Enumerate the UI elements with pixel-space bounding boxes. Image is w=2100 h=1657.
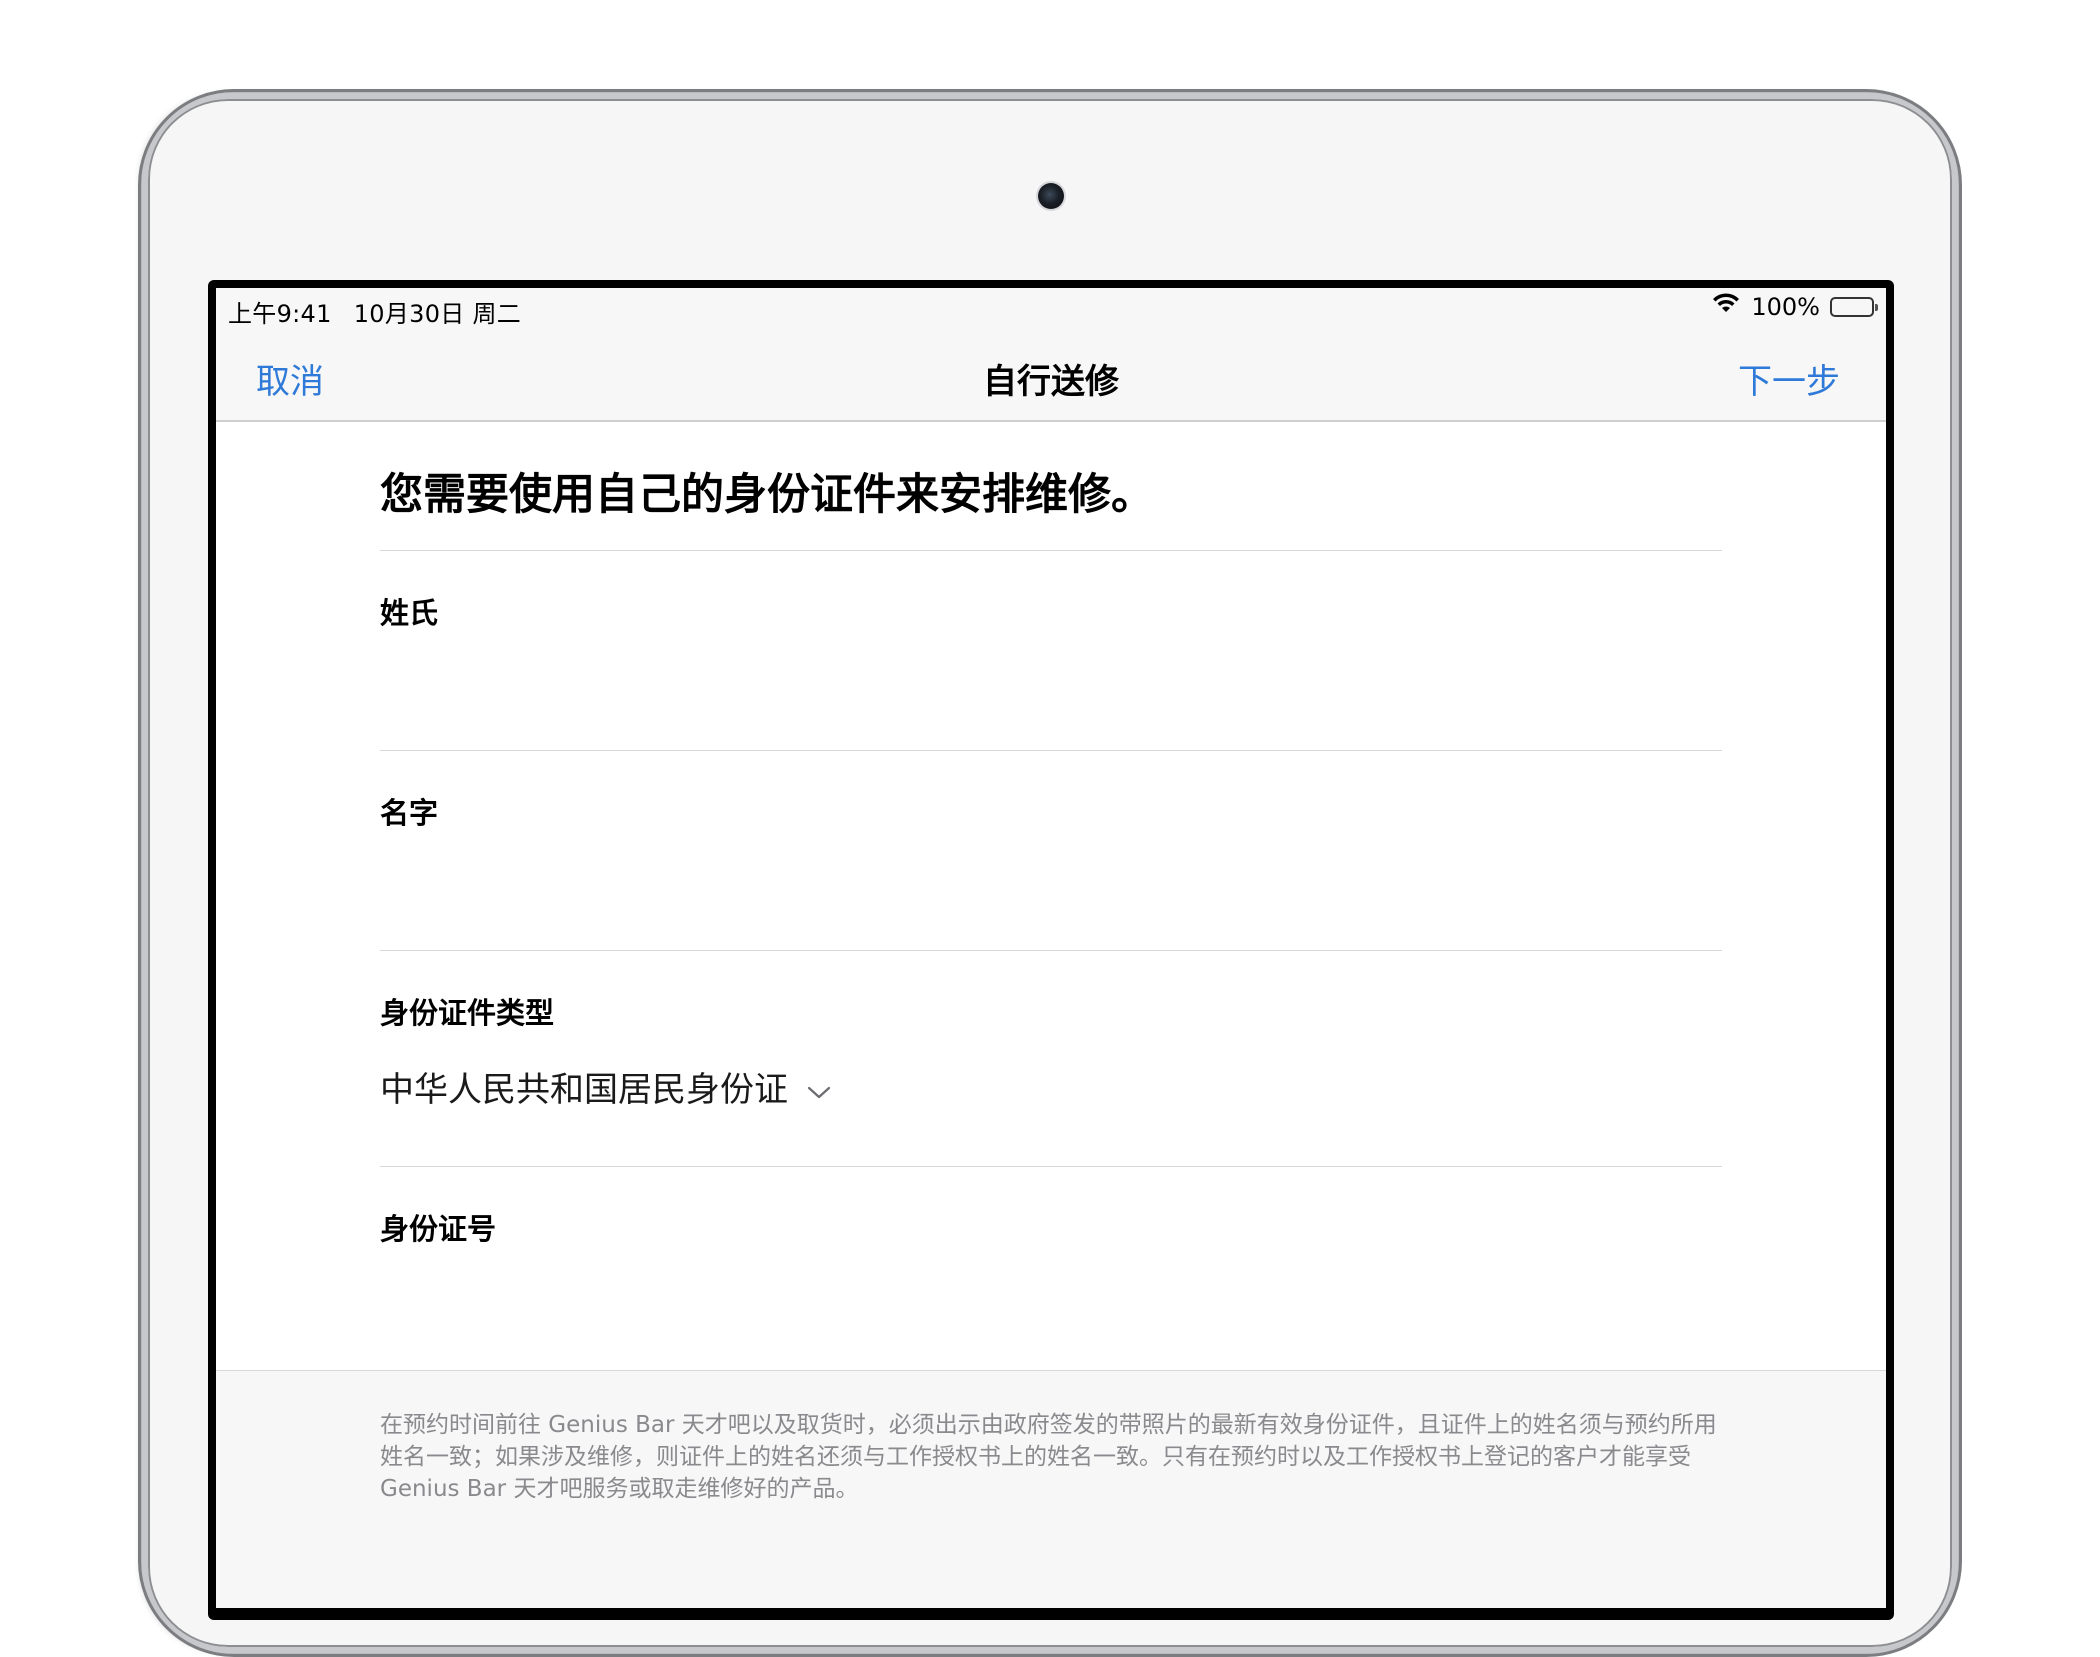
wifi-icon [1711, 292, 1741, 322]
divider [380, 750, 1722, 751]
status-left: 上午9:41 10月30日 周二 [228, 294, 521, 329]
id-number-label: 身份证号 [380, 1212, 497, 1246]
first-name-input[interactable] [380, 836, 1722, 896]
divider [380, 950, 1722, 951]
divider [380, 1166, 1722, 1167]
status-bar: 上午9:41 10月30日 周二 100% [216, 288, 1886, 332]
page-title: 自行送修 [983, 362, 1119, 402]
battery-percent: 100% [1751, 293, 1820, 321]
first-name-label: 名字 [380, 796, 439, 830]
status-date: 10月30日 周二 [353, 300, 522, 328]
chevron-down-icon [806, 1074, 832, 1100]
status-right: 100% [1711, 292, 1878, 322]
battery-icon [1830, 297, 1878, 317]
id-requirement-note: 在预约时间前往 Genius Bar 天才吧以及取货时，必须出示由政府签发的带照… [380, 1412, 1717, 1502]
navigation-bar: 取消 自行送修 下一步 [216, 332, 1886, 422]
form-heading: 您需要使用自己的身份证件来安排维修。 [380, 470, 1154, 520]
divider [380, 550, 1722, 551]
camera-icon [1038, 183, 1064, 209]
status-time: 上午9:41 [228, 300, 332, 328]
last-name-label: 姓氏 [380, 596, 439, 630]
id-number-input[interactable] [380, 1252, 1722, 1312]
id-type-label: 身份证件类型 [380, 996, 555, 1030]
next-step-button[interactable]: 下一步 [1738, 354, 1840, 403]
last-name-input[interactable] [380, 636, 1722, 696]
footer-area: 在预约时间前往 Genius Bar 天才吧以及取货时，必须出示由政府签发的带照… [216, 1370, 1886, 1608]
app-screen: 上午9:41 10月30日 周二 100% 取消 自行送修 下一步 您需要使用自… [216, 288, 1886, 1608]
id-type-selected: 中华人民共和国居民身份证 [380, 1070, 788, 1110]
id-type-select[interactable]: 中华人民共和国居民身份证 [380, 1062, 832, 1111]
